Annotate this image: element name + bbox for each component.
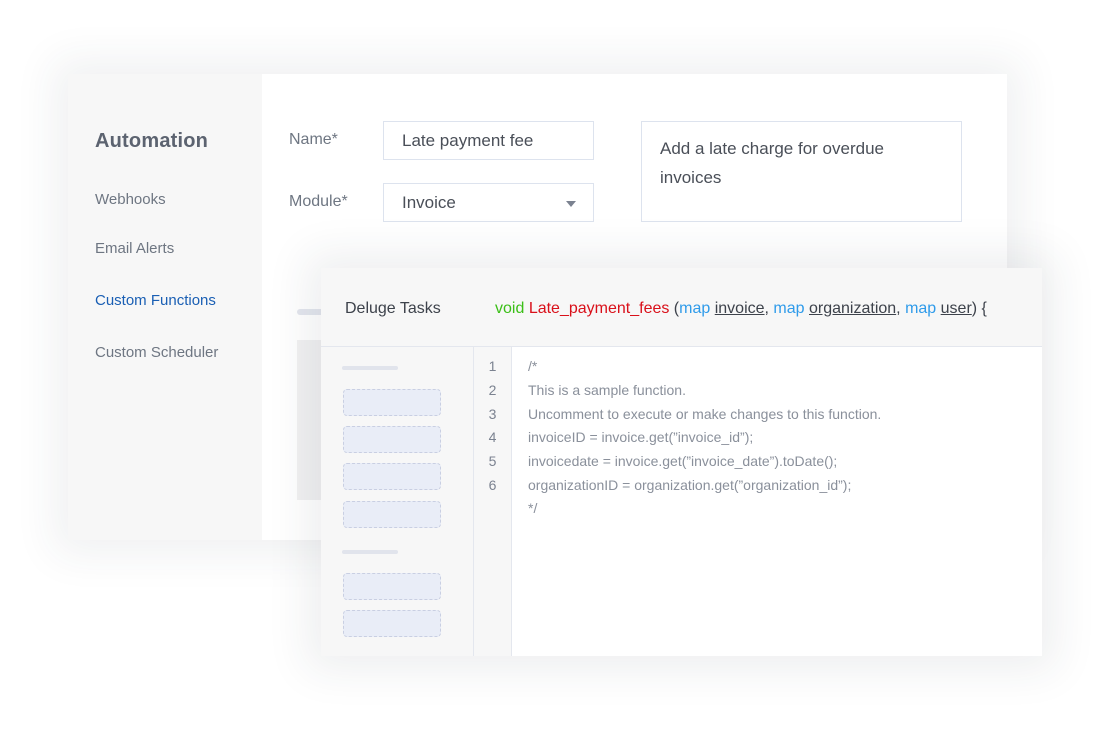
sidebar: Automation Webhooks Email Alerts Custom … [68, 74, 262, 540]
code-line: Uncomment to execute or make changes to … [528, 406, 882, 422]
palette-task-block[interactable] [343, 389, 441, 416]
sidebar-item-custom-scheduler[interactable]: Custom Scheduler [95, 344, 218, 361]
close-brace: ) { [971, 300, 987, 317]
param-type: map [905, 300, 937, 317]
editor-header: Deluge Tasks void Late_payment_fees (map… [321, 268, 1042, 347]
name-input[interactable]: Late payment fee [383, 121, 594, 160]
task-palette [321, 347, 474, 656]
sidebar-item-webhooks[interactable]: Webhooks [95, 191, 166, 208]
chevron-down-icon [566, 201, 576, 207]
line-number: 3 [488, 406, 497, 422]
line-number: 2 [488, 382, 497, 398]
line-number: 4 [488, 429, 497, 445]
function-name: Late_payment_fees [528, 300, 670, 317]
editor-title: Deluge Tasks [345, 300, 441, 317]
line-number-gutter: 1 2 3 4 5 6 [474, 347, 512, 656]
return-type: void [495, 300, 525, 317]
line-number: 6 [488, 477, 497, 493]
palette-section-heading [342, 550, 398, 554]
open-paren: ( [669, 300, 680, 317]
function-signature: void Late_payment_fees (map invoice, map… [495, 300, 987, 318]
deluge-editor-panel: Deluge Tasks void Late_payment_fees (map… [321, 268, 1042, 656]
param-name-user: user [940, 300, 972, 317]
module-label: Module* [289, 193, 348, 210]
module-select[interactable]: Invoice [383, 183, 594, 222]
code-line: invoiceID = invoice.get(”invoice_id”); [528, 429, 754, 445]
description-textarea[interactable]: Add a late charge for overdue invoices [641, 121, 962, 222]
param-separator: , [896, 300, 906, 317]
name-input-value: Late payment fee [402, 130, 534, 150]
palette-task-block[interactable] [343, 501, 441, 528]
code-editor[interactable]: /* This is a sample function. Uncomment … [512, 347, 1042, 656]
code-line: This is a sample function. [528, 382, 686, 398]
palette-section-heading [342, 366, 398, 370]
sidebar-item-email-alerts[interactable]: Email Alerts [95, 240, 174, 257]
param-name-organization: organization [809, 300, 897, 317]
param-name-invoice: invoice [714, 300, 765, 317]
code-line: organizationID = organization.get(”organ… [528, 477, 852, 493]
code-line: invoicedate = invoice.get(”invoice_date”… [528, 453, 838, 469]
code-line: */ [528, 500, 538, 516]
code-line: /* [528, 358, 538, 374]
name-label: Name* [289, 131, 338, 148]
palette-task-block[interactable] [343, 426, 441, 453]
line-number: 1 [488, 358, 497, 374]
description-value: Add a late charge for overdue invoices [660, 139, 884, 187]
sidebar-item-custom-functions[interactable]: Custom Functions [95, 292, 216, 309]
module-select-value: Invoice [402, 192, 456, 212]
line-number: 5 [488, 453, 497, 469]
param-type: map [773, 300, 805, 317]
param-type: map [679, 300, 711, 317]
palette-task-block[interactable] [343, 610, 441, 637]
palette-task-block[interactable] [343, 573, 441, 600]
sidebar-title: Automation [95, 130, 209, 152]
palette-task-block[interactable] [343, 463, 441, 490]
